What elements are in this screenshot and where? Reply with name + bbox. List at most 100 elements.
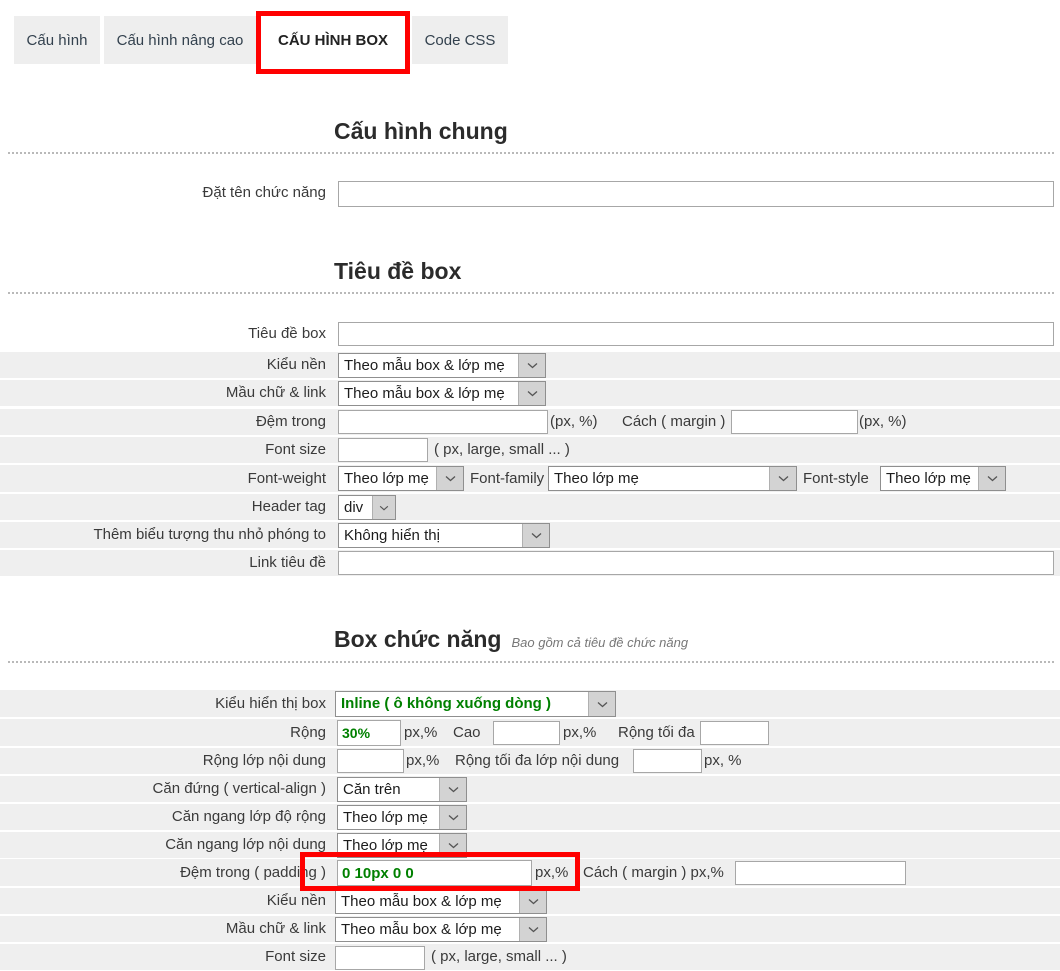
tab-code-css[interactable]: Code CSS [412,16,508,64]
select-valign[interactable]: Căn trên [337,777,467,802]
hint-fn-font-size: ( px, large, small ... ) [431,948,567,965]
input-fn-margin[interactable] [735,861,906,885]
tab-cau-hinh-nang-cao[interactable]: Cấu hình nâng cao [104,16,256,64]
select-halign-content[interactable]: Theo lớp mẹ [337,833,467,858]
unit-title-margin: (px, %) [859,413,907,430]
select-value: Theo mẫu box & lớp mẹ [341,921,502,938]
unit-width: px,% [404,723,438,741]
chevron-down-icon [978,467,1005,490]
label-halign-width: Căn ngang lớp độ rộng [171,808,326,825]
section-divider-box-title [8,292,1054,294]
select-value: Không hiển thị [344,527,440,544]
label-fn-bg-style: Kiểu nền [266,892,326,909]
row-fn-font-size: Font size ( px, large, small ... ) [0,944,1060,971]
unit-content-width: px,% [406,752,440,769]
select-title-font-weight[interactable]: Theo lớp mẹ [338,466,464,491]
input-box-title[interactable] [338,322,1054,346]
input-title-font-size[interactable] [338,438,428,462]
input-content-max-width[interactable] [633,749,702,773]
tab-label: Cấu hình nâng cao [116,31,244,49]
chevron-down-icon [439,778,466,801]
label-fn-text-link-color: Mầu chữ & link [225,920,326,937]
tab-cau-hinh-box[interactable]: CẤU HÌNH BOX [260,14,406,66]
label-height: Cao [453,723,481,741]
row-title-link: Link tiêu đề [0,550,1060,577]
row-zoom-icon: Thêm biểu tượng thu nhỏ phóng to Không h… [0,522,1060,549]
input-width[interactable] [337,720,401,746]
unit-height: px,% [563,723,597,741]
section-title-box-function: Box chức năng [334,626,502,652]
input-function-name[interactable] [338,181,1054,207]
select-value: Theo lớp mẹ [886,470,971,487]
section-title-general: Cấu hình chung [334,118,508,144]
unit-fn-padding: px,% [535,863,569,881]
row-halign-content: Căn ngang lớp nội dung Theo lớp mẹ [0,832,1060,859]
select-title-font-family[interactable]: Theo lớp mẹ [548,466,797,491]
select-value: Theo lớp mẹ [344,470,429,487]
select-fn-text-link-color[interactable]: Theo mẫu box & lớp mẹ [335,917,547,942]
tab-bar: Cấu hình Cấu hình nâng cao CẤU HÌNH BOX … [0,0,1060,66]
label-title-margin: Cách ( margin ) [622,413,726,430]
row-text-link-color: Mầu chữ & link Theo mẫu box & lớp mẹ [0,380,1060,407]
row-bg-style: Kiểu nền Theo mẫu box & lớp mẹ [0,352,1060,379]
tab-label: CẤU HÌNH BOX [277,31,388,49]
label-valign: Căn đứng ( vertical-align ) [152,780,326,797]
chevron-down-icon [769,467,796,490]
select-value: div [344,499,364,516]
select-display-style[interactable]: Inline ( ô không xuống dòng ) [335,691,616,717]
row-title-padding-margin: Đệm trong (px, %) Cách ( margin ) (px, %… [0,409,1060,436]
row-fn-padding: Đệm trong ( padding ) px,% Cách ( margin… [0,859,1060,887]
row-width-height: Rộng px,% Cao px,% Rộng tối đa [0,719,1060,747]
chevron-down-icon [522,524,549,547]
select-value: Theo mẫu box & lớp mẹ [344,357,505,374]
label-title-font-weight: Font-weight [247,469,326,487]
input-height[interactable] [493,721,560,745]
select-title-font-style[interactable]: Theo lớp mẹ [880,466,1006,491]
label-text-link-color: Mầu chữ & link [225,384,326,401]
section-note-box-function: Bao gồm cả tiêu đề chức năng [511,635,689,650]
input-title-margin[interactable] [731,410,858,434]
select-value: Theo lớp mẹ [343,837,428,854]
input-max-width[interactable] [700,721,769,745]
label-max-width: Rộng tối đa [618,723,695,741]
row-valign: Căn đứng ( vertical-align ) Căn trên [0,776,1060,803]
label-title-font-size: Font size [265,441,326,458]
section-title-box-title: Tiêu đề box [334,258,462,284]
row-halign-width: Căn ngang lớp độ rộng Theo lớp mẹ [0,804,1060,831]
row-fn-text-link-color: Mầu chữ & link Theo mẫu box & lớp mẹ [0,916,1060,943]
select-halign-width[interactable]: Theo lớp mẹ [337,805,467,830]
label-width: Rộng [290,723,326,741]
chevron-down-icon [519,918,546,941]
select-value: Căn trên [343,781,401,798]
tab-label: Cấu hình [26,31,88,49]
input-content-width[interactable] [337,749,404,773]
select-value: Theo mẫu box & lớp mẹ [344,385,505,402]
input-fn-padding[interactable] [337,860,532,886]
label-fn-font-size: Font size [265,948,326,965]
row-display-style: Kiểu hiển thị box Inline ( ô không xuống… [0,690,1060,718]
chevron-down-icon [372,496,395,519]
select-fn-bg-style[interactable]: Theo mẫu box & lớp mẹ [335,889,547,914]
select-bg-style[interactable]: Theo mẫu box & lớp mẹ [338,353,546,378]
chevron-down-icon [518,354,545,377]
label-function-name: Đặt tên chức năng [202,184,326,201]
select-zoom-icon[interactable]: Không hiển thị [338,523,550,548]
row-header-tag: Header tag div [0,494,1060,521]
row-content-width: Rộng lớp nội dung px,% Rộng tối đa lớp n… [0,748,1060,775]
input-title-link[interactable] [338,551,1054,575]
tab-cau-hinh[interactable]: Cấu hình [14,16,100,64]
chevron-down-icon [439,806,466,829]
chevron-down-icon [439,834,466,857]
row-box-title: Tiêu đề box [0,320,1060,348]
row-function-name: Đặt tên chức năng [0,180,1060,207]
row-title-font-props: Font-weight Theo lớp mẹ Font-family Theo… [0,465,1060,493]
select-header-tag[interactable]: div [338,495,396,520]
select-text-link-color[interactable]: Theo mẫu box & lớp mẹ [338,381,546,406]
input-fn-font-size[interactable] [335,946,425,970]
label-content-max-width: Rộng tối đa lớp nội dung [455,752,620,769]
input-title-padding[interactable] [338,410,548,434]
select-value: Theo mẫu box & lớp mẹ [341,893,502,910]
section-divider-box-function [8,661,1054,663]
tab-label: Code CSS [424,31,496,49]
label-title-font-style: Font-style [803,469,869,487]
